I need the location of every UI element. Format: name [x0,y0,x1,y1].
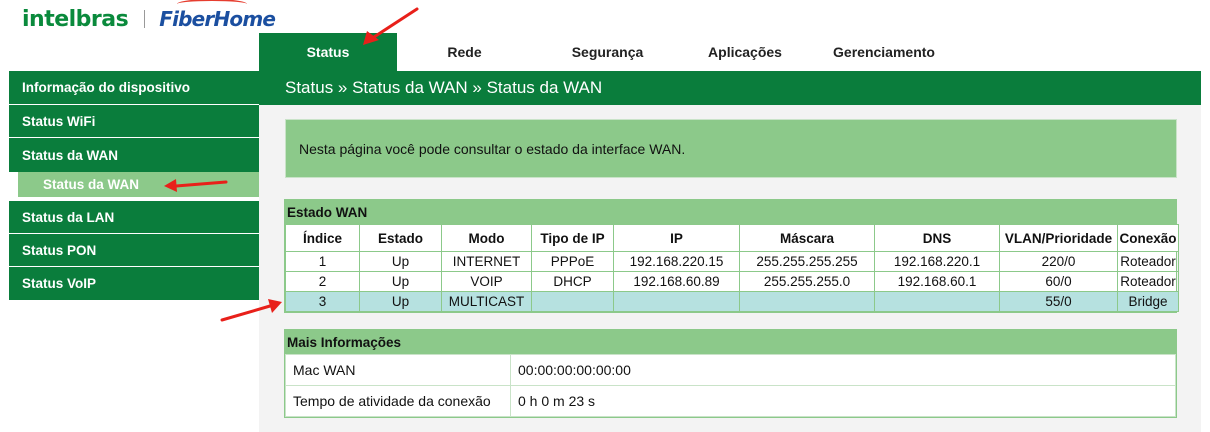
tab-status[interactable]: Status [259,33,397,71]
intelbras-logo: intelbras [22,6,129,32]
table-cell: 2 [285,271,360,292]
table-row: Mac WAN 00:00:00:00:00:00 [285,354,1176,386]
top-nav: Status Rede Segurança Aplicações Gerenci… [259,33,961,71]
table-cell: 55/0 [999,291,1118,312]
table-row[interactable]: 1 Up INTERNET PPPoE 192.168.220.15 255.2… [285,251,1179,272]
sidebar-item-status-pon[interactable]: Status PON [9,234,259,267]
table-cell: VOIP [441,271,532,292]
table-cell: 3 [285,291,360,312]
sidebar-subitem-status-wan[interactable]: Status da WAN [9,172,259,201]
table-cell: 192.168.60.89 [613,271,740,292]
table-cell: MULTICAST [441,291,532,312]
uptime-value: 0 h 0 m 23 s [510,385,1176,417]
table-cell [739,291,875,312]
table-cell: 60/0 [999,271,1118,292]
more-info-title: Mais Informações [285,330,1176,354]
col-header-modo: Modo [441,224,532,252]
fiberhome-logo: FiberHome [159,0,276,31]
table-cell: PPPoE [531,251,614,272]
more-info-table: Mac WAN 00:00:00:00:00:00 Tempo de ativi… [285,354,1176,417]
table-row[interactable]: 2 Up VOIP DHCP 192.168.60.89 255.255.255… [285,271,1179,292]
col-header-indice: Índice [285,224,360,252]
table-cell: 192.168.60.1 [874,271,1000,292]
col-header-conexao: Conexão [1117,224,1179,252]
more-info-section: Mais Informações Mac WAN 00:00:00:00:00:… [284,329,1177,418]
wan-table-header: Índice Estado Modo Tipo de IP IP Máscara… [285,224,1179,252]
table-row: Tempo de atividade da conexão 0 h 0 m 23… [285,385,1176,417]
info-text: Nesta página você pode consultar o estad… [299,140,686,157]
logo-divider [144,10,146,28]
table-cell: Up [359,271,442,292]
uptime-label: Tempo de atividade da conexão [285,385,511,417]
table-cell [613,291,740,312]
table-cell: Up [359,291,442,312]
table-cell: 192.168.220.15 [613,251,740,272]
table-cell: 192.168.220.1 [874,251,1000,272]
wan-status-section: Estado WAN Índice Estado Modo Tipo de IP… [284,199,1179,313]
table-cell: 220/0 [999,251,1118,272]
table-cell [874,291,1000,312]
table-cell [531,291,614,312]
col-header-estado: Estado [359,224,442,252]
sidebar: Informação do dispositivo Status WiFi St… [9,71,259,300]
info-box: Nesta página você pode consultar o estad… [285,119,1177,178]
tab-seguranca[interactable]: Segurança [532,33,683,71]
col-header-mascara: Máscara [739,224,875,252]
wan-status-title: Estado WAN [285,200,1176,224]
table-cell: DHCP [531,271,614,292]
table-cell: Up [359,251,442,272]
table-cell: INTERNET [441,251,532,272]
tab-rede[interactable]: Rede [397,33,532,71]
wan-table: Índice Estado Modo Tipo de IP IP Máscara… [285,224,1179,312]
table-cell: 255.255.255.0 [739,271,875,292]
tab-aplicacoes[interactable]: Aplicações [683,33,807,71]
mac-wan-label: Mac WAN [285,354,511,386]
brand-logo: intelbras FiberHome [22,0,276,34]
sidebar-item-informacao-dispositivo[interactable]: Informação do dispositivo [9,71,259,105]
table-cell: 255.255.255.255 [739,251,875,272]
table-cell: Bridge [1117,291,1179,312]
mac-wan-value: 00:00:00:00:00:00 [510,354,1176,386]
sidebar-item-status-wifi[interactable]: Status WiFi [9,105,259,138]
table-row-highlighted[interactable]: 3 Up MULTICAST 55/0 Bridge [285,291,1179,312]
col-header-ip: IP [613,224,740,252]
table-cell: Roteador [1117,251,1179,272]
col-header-tipo-ip: Tipo de IP [531,224,614,252]
sidebar-item-status-wan[interactable]: Status da WAN [9,138,259,172]
table-cell: 1 [285,251,360,272]
col-header-dns: DNS [874,224,1000,252]
tab-gerenciamento[interactable]: Gerenciamento [807,33,961,71]
sidebar-item-status-lan[interactable]: Status da LAN [9,201,259,234]
breadcrumb: Status » Status da WAN » Status da WAN [259,71,1201,105]
table-cell: Roteador [1117,271,1179,292]
col-header-vlan: VLAN/Prioridade [999,224,1118,252]
sidebar-item-status-voip[interactable]: Status VoIP [9,267,259,300]
